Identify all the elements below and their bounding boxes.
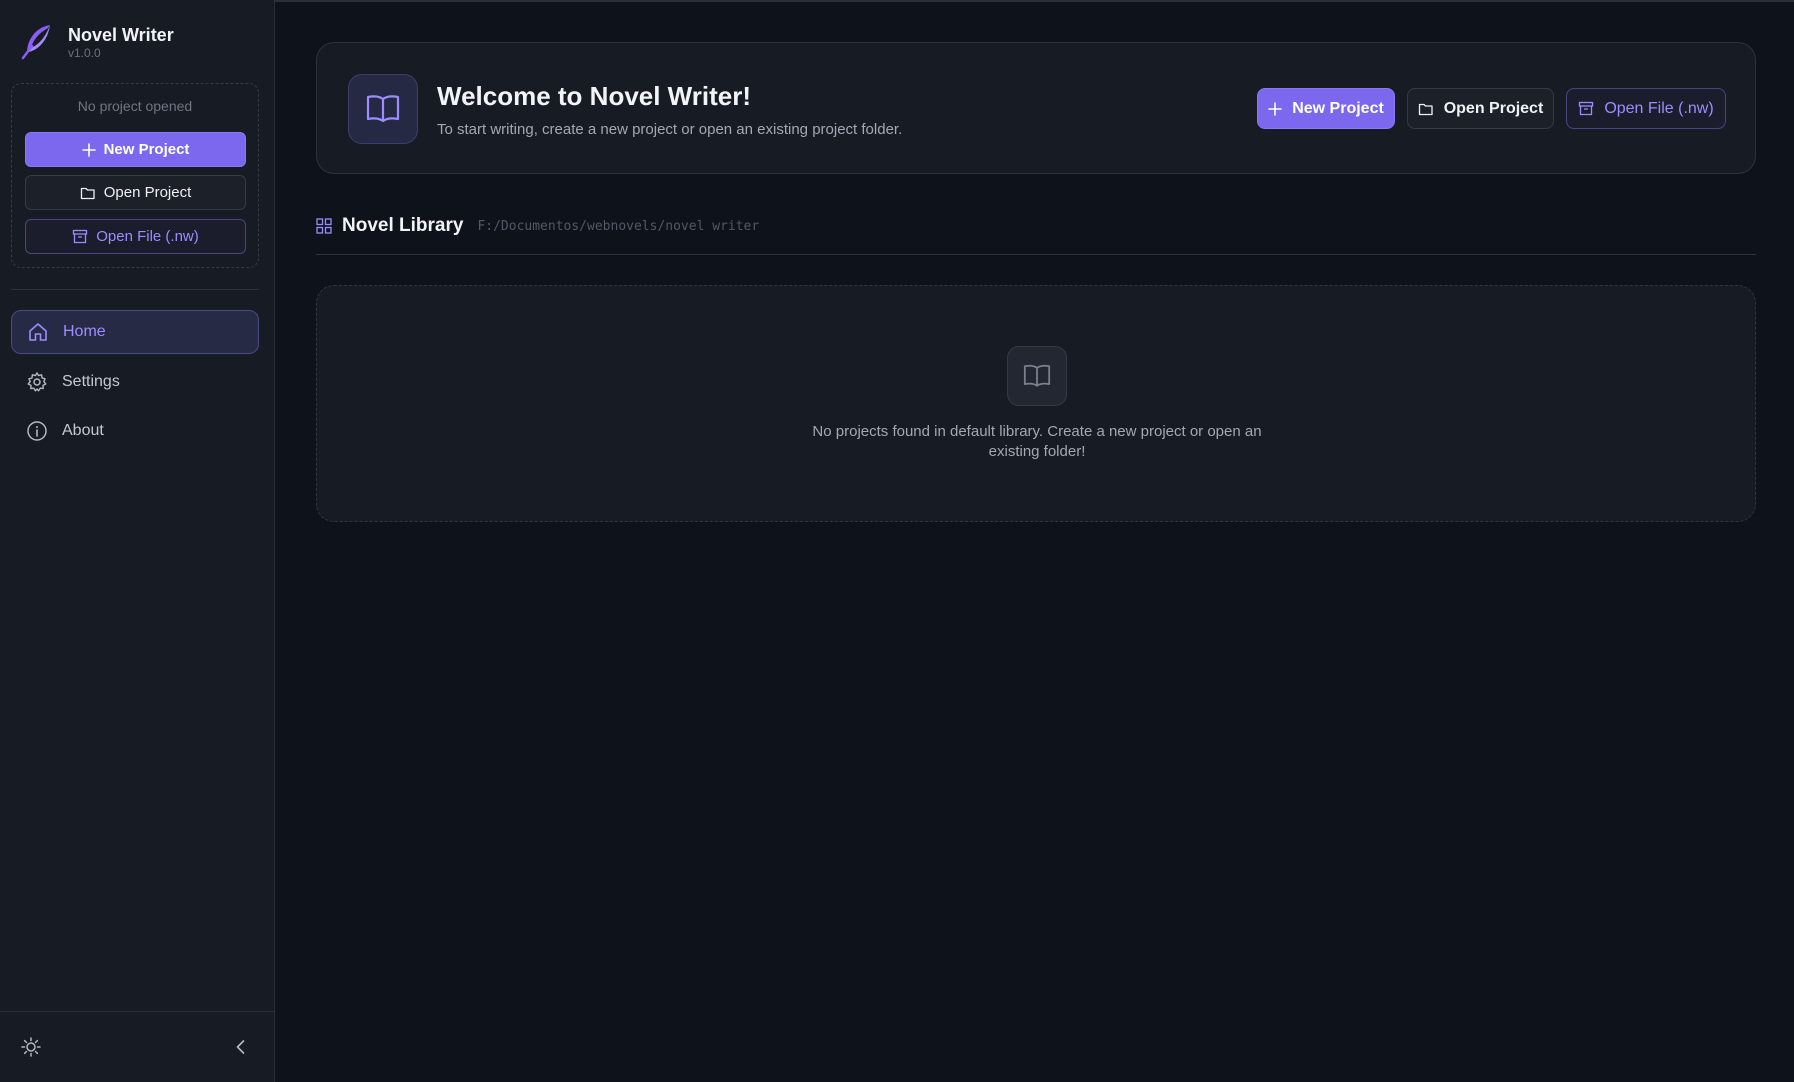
sidebar-item-label: Settings <box>62 373 120 390</box>
sidebar-item-label: About <box>62 422 104 439</box>
info-icon <box>27 421 47 441</box>
archive-icon <box>73 229 88 244</box>
sidebar-item-home[interactable]: Home <box>11 310 259 354</box>
sidebar-item-label: Home <box>63 323 106 340</box>
sidebar-new-project-button[interactable]: New Project <box>25 132 246 167</box>
sun-icon[interactable] <box>20 1036 42 1058</box>
sidebar-new-project-label: New Project <box>103 141 190 158</box>
app-title: Novel Writer <box>68 25 174 45</box>
empty-library-message: No projects found in default library. Cr… <box>812 423 1262 460</box>
new-project-button[interactable]: New Project <box>1257 88 1395 129</box>
archive-icon <box>1579 101 1594 116</box>
folder-icon <box>80 187 95 199</box>
open-project-button[interactable]: Open Project <box>1407 88 1554 129</box>
folder-icon <box>1418 103 1433 115</box>
sidebar-item-settings[interactable]: Settings <box>11 360 259 404</box>
project-status: No project opened <box>77 98 193 114</box>
sidebar-open-file-button[interactable]: Open File (.nw) <box>25 219 246 254</box>
sidebar-footer-divider <box>0 1011 274 1012</box>
plus-icon <box>1268 101 1283 116</box>
chevron-left-icon[interactable] <box>230 1036 252 1058</box>
sidebar-divider <box>11 289 259 290</box>
open-project-label: Open Project <box>1443 99 1544 117</box>
sidebar: Novel Writer v1.0.0 No project opened Ne… <box>0 0 275 1082</box>
new-project-label: New Project <box>1292 99 1384 117</box>
library-path: F:/Documentos/webnovels/novel writer <box>477 218 760 234</box>
library-empty-state: No projects found in default library. Cr… <box>316 285 1756 522</box>
empty-book-badge <box>1007 346 1067 406</box>
book-open-icon <box>1023 364 1051 387</box>
library-divider <box>316 254 1756 255</box>
sidebar-open-project-label: Open Project <box>103 184 192 201</box>
welcome-subtitle: To start writing, create a new project o… <box>437 121 903 138</box>
app-version: v1.0.0 <box>68 46 101 60</box>
feather-logo-icon <box>21 25 50 60</box>
library-header: Novel Library F:/Documentos/webnovels/no… <box>316 215 759 237</box>
open-file-label: Open File (.nw) <box>1604 99 1714 117</box>
library-title: Novel Library <box>342 215 464 236</box>
welcome-card: Welcome to Novel Writer! To start writin… <box>316 42 1756 174</box>
sidebar-open-file-label: Open File (.nw) <box>96 228 199 245</box>
gear-icon <box>27 372 47 392</box>
project-panel: No project opened New Project Open Proje… <box>11 83 259 268</box>
brand: Novel Writer v1.0.0 <box>20 22 174 60</box>
welcome-title: Welcome to Novel Writer! <box>437 81 751 111</box>
open-file-button[interactable]: Open File (.nw) <box>1566 88 1726 129</box>
book-open-icon <box>366 95 400 123</box>
sidebar-item-about[interactable]: About <box>11 409 259 453</box>
welcome-book-badge <box>348 74 418 144</box>
plus-icon <box>81 142 96 157</box>
grid-icon <box>316 218 332 234</box>
home-icon <box>29 323 47 341</box>
sidebar-open-project-button[interactable]: Open Project <box>25 175 246 210</box>
